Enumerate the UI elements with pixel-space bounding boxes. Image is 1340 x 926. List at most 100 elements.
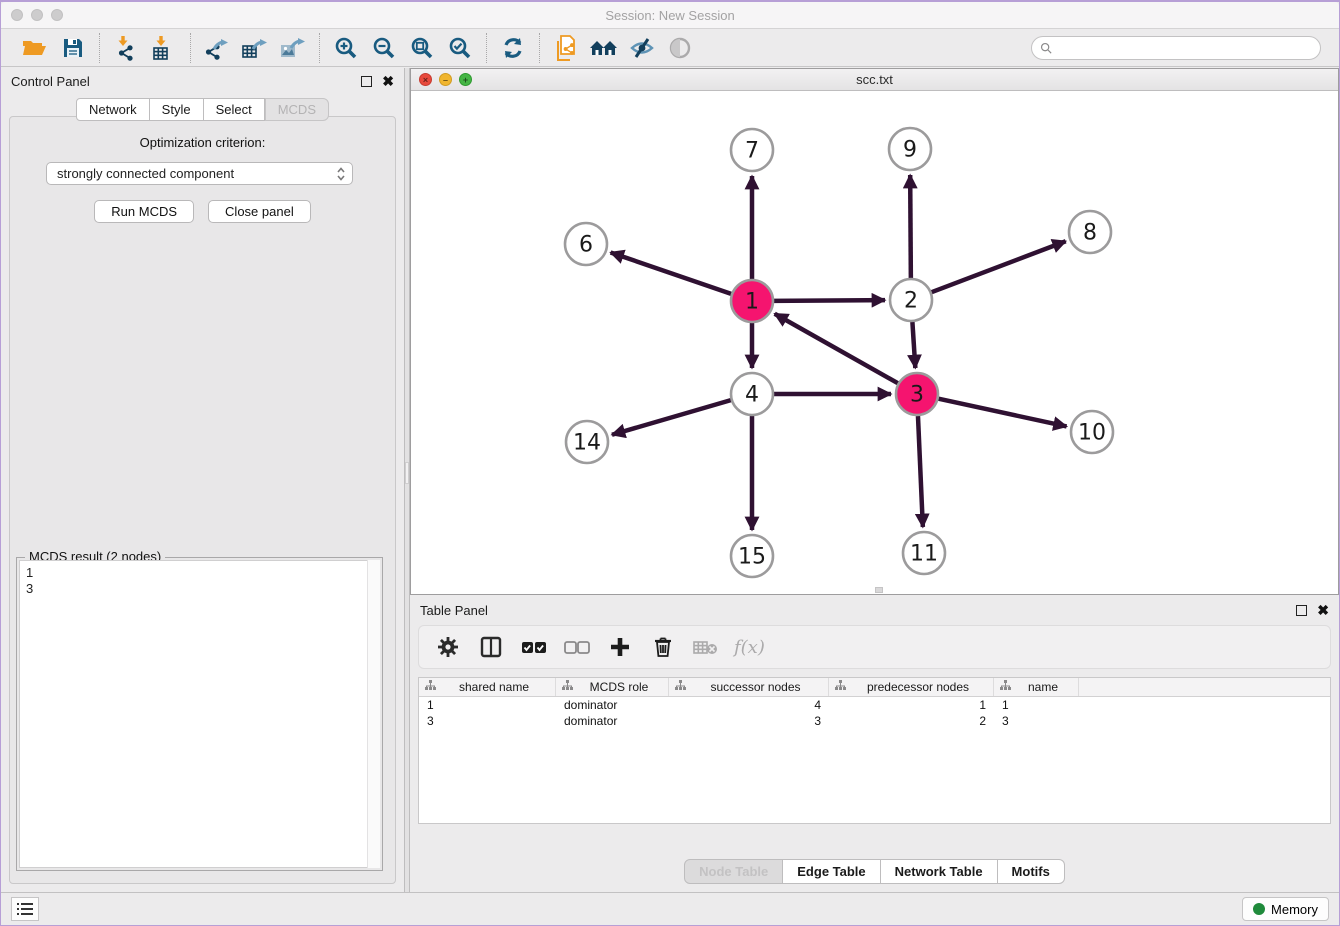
edge-2-8[interactable] (932, 241, 1066, 292)
graph-node-1[interactable]: 1 (731, 280, 773, 322)
table-cell[interactable]: 2 (829, 713, 994, 729)
add-column-icon[interactable] (603, 630, 637, 664)
float-panel-icon[interactable] (361, 76, 372, 87)
tab-network-table[interactable]: Network Table (881, 859, 998, 884)
column-label: MCDS role (578, 680, 668, 694)
graph-node-7[interactable]: 7 (731, 129, 773, 171)
table-cell[interactable]: 3 (669, 713, 829, 729)
graph-node-15[interactable]: 15 (731, 535, 773, 577)
edge-2-3[interactable] (912, 322, 915, 368)
mcds-result-group: MCDS result (2 nodes) 13 (16, 557, 383, 871)
table-header-row: shared name MCDS role successor nodesprede… (419, 678, 1330, 697)
graph-node-3[interactable]: 3 (896, 373, 938, 415)
edge-1-6[interactable] (611, 252, 732, 293)
table-cell[interactable]: 3 (419, 713, 556, 729)
table-row[interactable]: 1dominator411 (419, 697, 1330, 713)
column-type-icon (675, 680, 686, 694)
export-image-icon[interactable] (277, 33, 309, 63)
zoom-out-icon[interactable] (368, 33, 400, 63)
tab-select[interactable]: Select (204, 98, 265, 121)
tab-mcds[interactable]: MCDS (265, 98, 329, 121)
result-line: 1 (26, 565, 373, 581)
memory-status-icon (1253, 903, 1265, 915)
graph-node-14[interactable]: 14 (566, 421, 608, 463)
criterion-dropdown[interactable]: strongly connected component (46, 162, 353, 185)
graph-node-6[interactable]: 6 (565, 223, 607, 265)
home-icon[interactable] (588, 33, 620, 63)
refresh-icon[interactable] (497, 33, 529, 63)
eye-disabled-icon[interactable] (664, 33, 696, 63)
tab-edge-table[interactable]: Edge Table (783, 859, 880, 884)
column-type-icon (835, 680, 846, 694)
network-canvas[interactable]: 7 9 6 8 1 2 4 3 14 10 15 11 (411, 92, 1338, 594)
duplicate-network-icon[interactable] (550, 33, 582, 63)
tab-node-table[interactable]: Node Table (684, 859, 783, 884)
tab-motifs[interactable]: Motifs (998, 859, 1065, 884)
edge-2-9[interactable] (910, 175, 911, 278)
column-header-MCDS-role[interactable]: MCDS role (556, 678, 669, 696)
table-cell[interactable]: 4 (669, 697, 829, 713)
task-history-button[interactable] (11, 897, 39, 921)
column-header-predecessor-nodes[interactable]: predecessor nodes (829, 678, 994, 696)
open-folder-icon[interactable] (19, 33, 51, 63)
graph-node-9[interactable]: 9 (889, 128, 931, 170)
graph-node-8[interactable]: 8 (1069, 211, 1111, 253)
memory-label: Memory (1271, 902, 1318, 917)
mcds-panel: Optimization criterion: strongly connect… (9, 116, 396, 884)
table-cell[interactable]: 1 (829, 697, 994, 713)
tab-style[interactable]: Style (150, 98, 204, 121)
zoom-fit-icon[interactable] (406, 33, 438, 63)
save-icon[interactable] (57, 33, 89, 63)
zoom-in-icon[interactable] (330, 33, 362, 63)
column-header-shared-name[interactable]: shared name (419, 678, 556, 696)
hide-panel-icon[interactable] (626, 33, 658, 63)
close-table-panel-icon[interactable]: ✖ (1317, 603, 1329, 617)
edge-4-14[interactable] (612, 400, 731, 435)
memory-button[interactable]: Memory (1242, 897, 1329, 921)
graph-node-11[interactable]: 11 (903, 532, 945, 574)
mcds-result-text[interactable]: 13 (19, 560, 380, 868)
edge-3-10[interactable] (938, 399, 1066, 427)
search-input[interactable] (1031, 36, 1321, 60)
column-type-icon (425, 680, 436, 694)
select-all-icon[interactable] (517, 630, 551, 664)
columns-icon[interactable] (474, 630, 508, 664)
column-header-name[interactable]: name (994, 678, 1079, 696)
close-panel-button[interactable]: Close panel (208, 200, 311, 223)
graph-node-2[interactable]: 2 (890, 279, 932, 321)
deselect-all-icon[interactable] (560, 630, 594, 664)
table-cell[interactable]: dominator (556, 713, 669, 729)
graph-node-10[interactable]: 10 (1071, 411, 1113, 453)
table-cell[interactable]: 1 (994, 697, 1079, 713)
table-cell[interactable]: 1 (419, 697, 556, 713)
float-table-panel-icon[interactable] (1296, 605, 1307, 616)
svg-text:3: 3 (910, 383, 924, 408)
import-table-icon[interactable] (148, 33, 180, 63)
table-cell[interactable]: dominator (556, 697, 669, 713)
column-header-successor-nodes[interactable]: successor nodes (669, 678, 829, 696)
export-network-icon[interactable] (201, 33, 233, 63)
tab-network[interactable]: Network (76, 98, 150, 121)
run-mcds-button[interactable]: Run MCDS (94, 200, 194, 223)
splitter-grip[interactable] (405, 462, 409, 484)
graph-node-4[interactable]: 4 (731, 373, 773, 415)
import-network-icon[interactable] (110, 33, 142, 63)
close-panel-icon[interactable]: ✖ (382, 74, 394, 88)
svg-text:7: 7 (745, 139, 759, 164)
delete-column-icon[interactable] (646, 630, 680, 664)
edge-3-11[interactable] (918, 416, 923, 527)
export-table-icon[interactable] (239, 33, 271, 63)
node-table[interactable]: shared name MCDS role successor nodesprede… (418, 677, 1331, 824)
table-cell[interactable]: 3 (994, 713, 1079, 729)
column-label: successor nodes (691, 680, 828, 694)
gear-icon[interactable] (431, 630, 465, 664)
network-window-titlebar[interactable]: × – + scc.txt (411, 69, 1338, 91)
table-row[interactable]: 3dominator323 (419, 713, 1330, 729)
horizontal-splitter-grip[interactable] (875, 587, 883, 593)
result-scrollbar[interactable] (367, 560, 380, 868)
list-icon (17, 902, 33, 916)
edge-1-2[interactable] (774, 300, 885, 301)
optimization-criterion-label: Optimization criterion: (10, 135, 395, 150)
edge-3-1[interactable] (775, 314, 898, 383)
zoom-selected-icon[interactable] (444, 33, 476, 63)
